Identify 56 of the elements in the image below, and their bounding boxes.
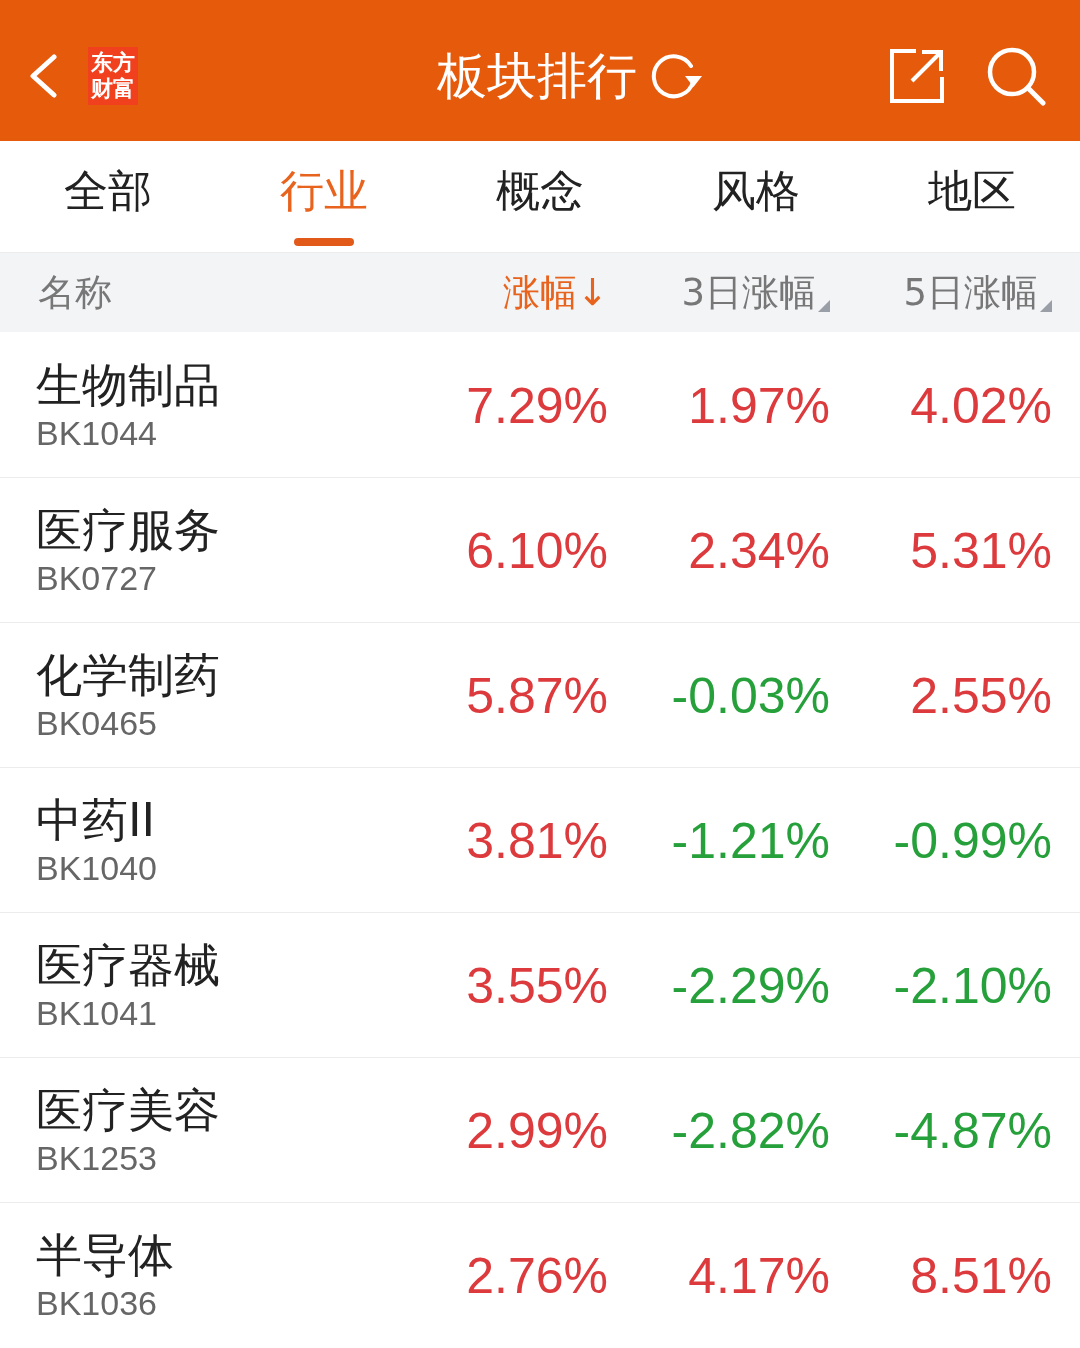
percent-change: -2.82% bbox=[671, 1102, 830, 1160]
percent-change: 2.99% bbox=[466, 1102, 608, 1160]
share-icon[interactable] bbox=[888, 46, 946, 105]
sector-name: 生物制品 bbox=[36, 356, 220, 413]
sector-name: 医疗服务 bbox=[36, 502, 220, 558]
sector-row[interactable]: 生物制品 BK1044 7.29% 1.97% 4.02% bbox=[0, 332, 1080, 477]
sector-code: BK1253 bbox=[36, 1138, 157, 1178]
sort-column-header[interactable]: 5日涨幅 bbox=[903, 267, 1038, 318]
percent-change: 5.87% bbox=[466, 667, 608, 725]
percent-change: 2.76% bbox=[466, 1247, 608, 1305]
sector-row[interactable]: 半导体 BK1036 2.76% 4.17% 8.51% bbox=[0, 1202, 1080, 1347]
percent-change: -1.21% bbox=[671, 812, 830, 870]
percent-change: 3.81% bbox=[466, 812, 608, 870]
sector-code: BK1041 bbox=[36, 993, 157, 1033]
percent-change: -4.87% bbox=[893, 1102, 1052, 1160]
sector-name: 中药II bbox=[36, 792, 156, 848]
sector-code: BK1036 bbox=[36, 1283, 157, 1323]
category-tab[interactable]: 地区 bbox=[864, 141, 1080, 252]
percent-change: 2.55% bbox=[910, 667, 1052, 725]
category-tab[interactable]: 概念 bbox=[432, 141, 648, 252]
sector-row[interactable]: 中药II BK1040 3.81% -1.21% -0.99% bbox=[0, 767, 1080, 912]
sector-code: BK0727 bbox=[36, 558, 157, 598]
percent-change: -2.29% bbox=[671, 957, 830, 1015]
sort-icon bbox=[818, 299, 830, 312]
percent-change: -0.03% bbox=[671, 667, 830, 725]
sort-icon bbox=[1040, 299, 1052, 312]
percent-change: 4.02% bbox=[910, 376, 1052, 435]
sector-row[interactable]: 医疗服务 BK0727 6.10% 2.34% 5.31% bbox=[0, 477, 1080, 622]
app-logo: 东方 财富 bbox=[88, 46, 138, 105]
sort-column-header[interactable]: 3日涨幅 bbox=[681, 267, 816, 318]
percent-change: -2.10% bbox=[893, 957, 1052, 1015]
percent-change: 4.17% bbox=[688, 1247, 830, 1305]
sector-row[interactable]: 化学制药 BK0465 5.87% -0.03% 2.55% bbox=[0, 622, 1080, 767]
percent-change: 2.34% bbox=[688, 522, 830, 580]
percent-change: 5.31% bbox=[910, 522, 1052, 580]
category-tab[interactable]: 风格 bbox=[648, 141, 864, 252]
percent-change: 6.10% bbox=[466, 522, 608, 580]
sector-name: 化学制药 bbox=[36, 647, 220, 703]
sector-name: 医疗美容 bbox=[36, 1082, 220, 1138]
sector-name: 医疗器械 bbox=[36, 937, 220, 993]
percent-change: 8.51% bbox=[910, 1247, 1052, 1305]
sector-name: 半导体 bbox=[36, 1227, 174, 1283]
percent-change: 3.55% bbox=[466, 957, 608, 1015]
sector-row[interactable]: 医疗美容 BK1253 2.99% -2.82% -4.87% bbox=[0, 1057, 1080, 1202]
percent-change: 1.97% bbox=[688, 376, 830, 435]
search-icon[interactable] bbox=[986, 45, 1046, 106]
category-tab[interactable]: 全部 bbox=[0, 141, 216, 252]
sector-code: BK1040 bbox=[36, 848, 157, 888]
percent-change: -0.99% bbox=[893, 812, 1052, 870]
sector-code: BK1044 bbox=[36, 412, 157, 453]
column-label: 名称 bbox=[37, 269, 112, 316]
sector-row[interactable]: 医疗器械 BK1041 3.55% -2.29% -2.10% bbox=[0, 912, 1080, 1057]
back-icon[interactable] bbox=[28, 53, 58, 98]
page-title: 板块排行 bbox=[437, 45, 637, 106]
sector-code: BK0465 bbox=[36, 703, 157, 743]
percent-change: 7.29% bbox=[466, 376, 608, 435]
